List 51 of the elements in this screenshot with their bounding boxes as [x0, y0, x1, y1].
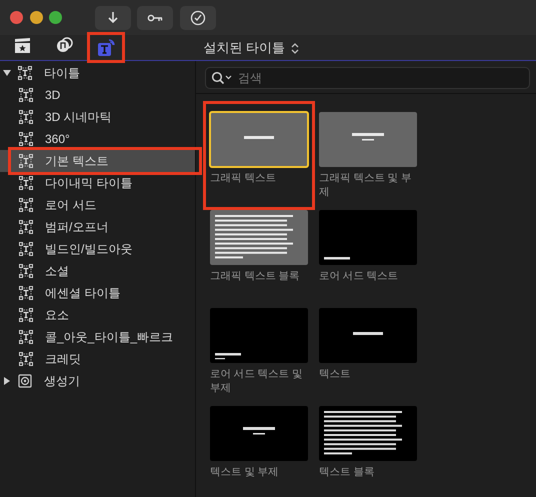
template-tile[interactable]: 로어 서드 텍스트 및 부제: [210, 308, 308, 406]
category-menu[interactable]: 설치된 타이틀: [203, 38, 300, 58]
sidebar-item[interactable]: 3D: [0, 84, 195, 106]
template-tile[interactable]: 그래픽 텍스트: [210, 112, 308, 210]
chevron-icon: [291, 42, 300, 54]
search-field[interactable]: 검색: [205, 67, 530, 89]
window-control[interactable]: [49, 11, 62, 24]
title-frame-icon: [19, 220, 33, 234]
title-frame-icon: [19, 88, 33, 102]
template-tile[interactable]: 텍스트 블록: [319, 406, 417, 497]
sidebar-item[interactable]: 요소: [0, 304, 195, 326]
sidebar-item[interactable]: 생성기: [0, 370, 195, 392]
title-frame-icon: [19, 154, 33, 168]
template-tile[interactable]: 텍스트 및 부제: [210, 406, 308, 497]
sidebar-item[interactable]: 다이내믹 타이틀: [0, 172, 195, 194]
download-button[interactable]: [94, 6, 130, 30]
title-frame-icon: [19, 352, 33, 366]
sidebar-item[interactable]: 빌드인/빌드아웃: [0, 238, 195, 260]
sidebar-item[interactable]: 크레딧: [0, 348, 195, 370]
sidebar-item[interactable]: 로어 서드: [0, 194, 195, 216]
sidebar-item[interactable]: 360°: [0, 128, 195, 150]
title-frame-icon: [19, 110, 33, 124]
title-frame-icon: [19, 176, 33, 190]
sidebar-item[interactable]: 기본 텍스트: [0, 150, 195, 172]
template-tile[interactable]: 그래픽 텍스트 및 부제: [319, 112, 417, 210]
generator-icon: [18, 374, 32, 388]
key-button[interactable]: [137, 6, 173, 30]
sidebar-item[interactable]: 콜_아웃_타이틀_빠르크: [0, 326, 195, 348]
title-frame-icon: [19, 286, 33, 300]
window-control[interactable]: [10, 11, 23, 24]
sidebar-item[interactable]: 범퍼/오프너: [0, 216, 195, 238]
sidebar-item[interactable]: 소셜: [0, 260, 195, 282]
title-frame-icon: [18, 66, 32, 80]
title-frame-icon: [19, 198, 33, 212]
window-control[interactable]: [30, 11, 42, 24]
collapsed-arrow-icon[interactable]: [2, 377, 12, 385]
title-frame-icon: [19, 242, 33, 256]
sidebar-item[interactable]: 타이틀: [0, 62, 195, 84]
sidebar-item[interactable]: 에센셜 타이틀: [0, 282, 195, 304]
title-icon: [96, 38, 116, 57]
template-tile[interactable]: 그래픽 텍스트 블록: [210, 210, 308, 308]
title-frame-icon: [19, 264, 33, 278]
checkmark-icon: [190, 10, 206, 26]
check-button[interactable]: [180, 6, 216, 30]
template-tile[interactable]: 로어 서드 텍스트: [319, 210, 417, 308]
expanded-arrow-icon[interactable]: [2, 69, 12, 77]
title-frame-icon: [19, 308, 33, 322]
title-frame-icon: [19, 330, 33, 344]
sidebar-item[interactable]: 3D 시네마틱: [0, 106, 195, 128]
title-frame-icon: [19, 132, 33, 146]
template-tile[interactable]: 텍스트: [319, 308, 417, 406]
